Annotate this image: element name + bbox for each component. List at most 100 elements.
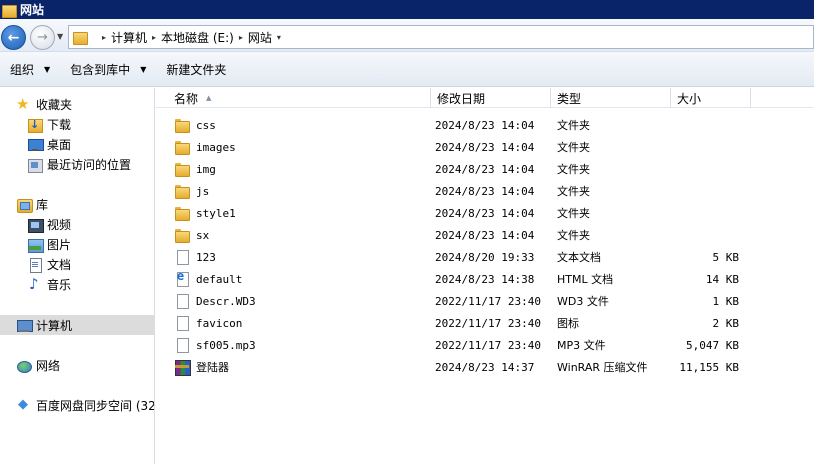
address-row: ← → ▼ ▸ 计算机 ▸ 本地磁盘 (E:) ▸ 网站 ▾ — [0, 19, 814, 52]
address-bar[interactable]: ▸ 计算机 ▸ 本地磁盘 (E:) ▸ 网站 ▾ — [68, 25, 814, 49]
file-row[interactable]: images 2024/8/23 14:04 文件夹 — [156, 136, 814, 158]
nav-downloads[interactable]: 下载 — [27, 114, 71, 134]
nav-label: 桌面 — [47, 137, 72, 152]
nav-label: 网络 — [36, 358, 61, 373]
column-header-name[interactable]: 名称 ▲ — [156, 88, 431, 108]
chevron-right-icon[interactable]: ▸ — [239, 33, 243, 42]
nav-computer[interactable]: 计算机 — [0, 315, 154, 335]
file-icon — [174, 315, 190, 331]
breadcrumb-computer[interactable]: 计算机 — [111, 29, 147, 46]
file-date: 2024/8/23 14:04 — [435, 118, 535, 132]
chevron-right-icon[interactable]: ▸ — [102, 33, 106, 42]
file-date: 2024/8/23 14:04 — [435, 206, 535, 220]
nav-label: 库 — [36, 197, 49, 212]
nav-pictures[interactable]: 图片 — [27, 234, 71, 254]
file-name-cell[interactable]: img — [156, 161, 431, 177]
file-type: 文件夹 — [557, 229, 590, 242]
file-name-cell[interactable]: Descr.WD3 — [156, 293, 431, 309]
nav-documents[interactable]: 文档 — [27, 254, 71, 274]
file-name: 登陆器 — [196, 361, 229, 374]
nav-libraries[interactable]: 库 — [16, 194, 48, 214]
file-row[interactable]: css 2024/8/23 14:04 文件夹 — [156, 114, 814, 136]
file-type: 文件夹 — [557, 119, 590, 132]
organize-button[interactable]: 组织 ▼ — [0, 57, 60, 81]
file-type: WD3 文件 — [557, 295, 609, 308]
back-button[interactable]: ← — [1, 25, 26, 50]
file-name-cell[interactable]: js — [156, 183, 431, 199]
breadcrumb-drive-e[interactable]: 本地磁盘 (E:) — [161, 29, 234, 46]
nav-videos[interactable]: 视频 — [27, 214, 71, 234]
file-name-cell[interactable]: sf005.mp3 — [156, 337, 431, 353]
file-date: 2022/11/17 23:40 — [435, 316, 541, 330]
file-name-cell[interactable]: 123 — [156, 249, 431, 265]
file-list-pane: 名称 ▲ 修改日期 类型 大小 css 2024/8/23 14:04 文件夹 ima… — [156, 88, 814, 464]
file-row[interactable]: Descr.WD3 2022/11/17 23:40 WD3 文件 1 KB — [156, 290, 814, 312]
folder-icon — [174, 161, 190, 177]
file-name-cell[interactable]: sx — [156, 227, 431, 243]
nav-network[interactable]: 网络 — [16, 355, 60, 375]
recent-pages-dropdown[interactable]: ▼ — [57, 32, 63, 41]
title-bar: 网站 — [0, 0, 814, 19]
nav-music[interactable]: 音乐 — [27, 274, 71, 294]
file-type: MP3 文件 — [557, 339, 606, 352]
column-label: 名称 — [174, 91, 199, 106]
file-row[interactable]: style1 2024/8/23 14:04 文件夹 — [156, 202, 814, 224]
file-type: HTML 文档 — [557, 273, 614, 286]
file-date: 2024/8/23 14:04 — [435, 162, 535, 176]
file-row[interactable]: sx 2024/8/23 14:04 文件夹 — [156, 224, 814, 246]
file-row[interactable]: 登陆器 2024/8/23 14:37 WinRAR 压缩文件 11,155 KB — [156, 356, 814, 378]
nav-label: 文档 — [47, 257, 72, 272]
file-row[interactable]: default 2024/8/23 14:38 HTML 文档 14 KB — [156, 268, 814, 290]
file-name: style1 — [196, 206, 236, 220]
nav-label: 百度网盘同步空间 (32 — [36, 398, 155, 413]
chevron-right-icon[interactable]: ▸ — [152, 33, 156, 42]
breadcrumb: ▸ 计算机 ▸ 本地磁盘 (E:) ▸ 网站 ▾ — [97, 29, 286, 46]
music-icon — [27, 275, 43, 293]
file-name-cell[interactable]: favicon — [156, 315, 431, 331]
column-header-date[interactable]: 修改日期 — [431, 88, 551, 108]
window-title: 网站 — [20, 3, 45, 17]
file-row[interactable]: sf005.mp3 2022/11/17 23:40 MP3 文件 5,047 KB — [156, 334, 814, 356]
breadcrumb-website[interactable]: 网站 — [248, 29, 272, 46]
command-bar: 组织 ▼ 包含到库中 ▼ 新建文件夹 — [0, 52, 814, 87]
folder-icon — [2, 3, 17, 18]
folder-icon — [174, 117, 190, 133]
chevron-down-icon[interactable]: ▾ — [277, 33, 281, 42]
file-name: favicon — [196, 316, 243, 330]
nav-favorites[interactable]: 收藏夹 — [16, 94, 72, 114]
file-row[interactable]: favicon 2022/11/17 23:40 图标 2 KB — [156, 312, 814, 334]
file-type: WinRAR 压缩文件 — [557, 361, 648, 374]
new-folder-button[interactable]: 新建文件夹 — [156, 57, 236, 81]
column-header-type[interactable]: 类型 — [551, 88, 671, 108]
file-size: 14 KB — [705, 272, 739, 286]
file-name-cell[interactable]: css — [156, 117, 431, 133]
column-label: 大小 — [677, 91, 702, 106]
chevron-down-icon: ▼ — [140, 64, 147, 74]
file-row[interactable]: js 2024/8/23 14:04 文件夹 — [156, 180, 814, 202]
include-in-library-button[interactable]: 包含到库中 ▼ — [60, 57, 156, 81]
file-name-cell[interactable]: style1 — [156, 205, 431, 221]
nav-baidu-sync[interactable]: 百度网盘同步空间 (32 — [16, 395, 155, 415]
forward-button[interactable]: → — [30, 25, 55, 50]
nav-desktop[interactable]: 桌面 — [27, 134, 71, 154]
file-name-cell[interactable]: 登陆器 — [156, 359, 431, 376]
chevron-down-icon: ▼ — [57, 32, 64, 41]
file-name: Descr.WD3 — [196, 294, 256, 308]
file-name: js — [196, 184, 210, 198]
file-size: 1 KB — [712, 294, 740, 308]
baidu-netdisk-icon — [16, 397, 32, 413]
html-file-icon — [174, 270, 190, 287]
file-row[interactable]: 123 2024/8/20 19:33 文本文档 5 KB — [156, 246, 814, 268]
file-type: 文件夹 — [557, 185, 590, 198]
nav-recent-places[interactable]: 最近访问的位置 — [27, 154, 131, 174]
file-size: 5,047 KB — [686, 338, 739, 352]
file-name: css — [196, 118, 216, 132]
file-row[interactable]: img 2024/8/23 14:04 文件夹 — [156, 158, 814, 180]
file-name-cell[interactable]: images — [156, 139, 431, 155]
file-name-cell[interactable]: default — [156, 270, 431, 287]
column-header-size[interactable]: 大小 — [671, 88, 751, 108]
file-name: images — [196, 140, 236, 154]
file-date: 2024/8/23 14:37 — [435, 360, 535, 374]
computer-icon — [16, 318, 33, 333]
new-folder-label: 新建文件夹 — [166, 62, 227, 77]
